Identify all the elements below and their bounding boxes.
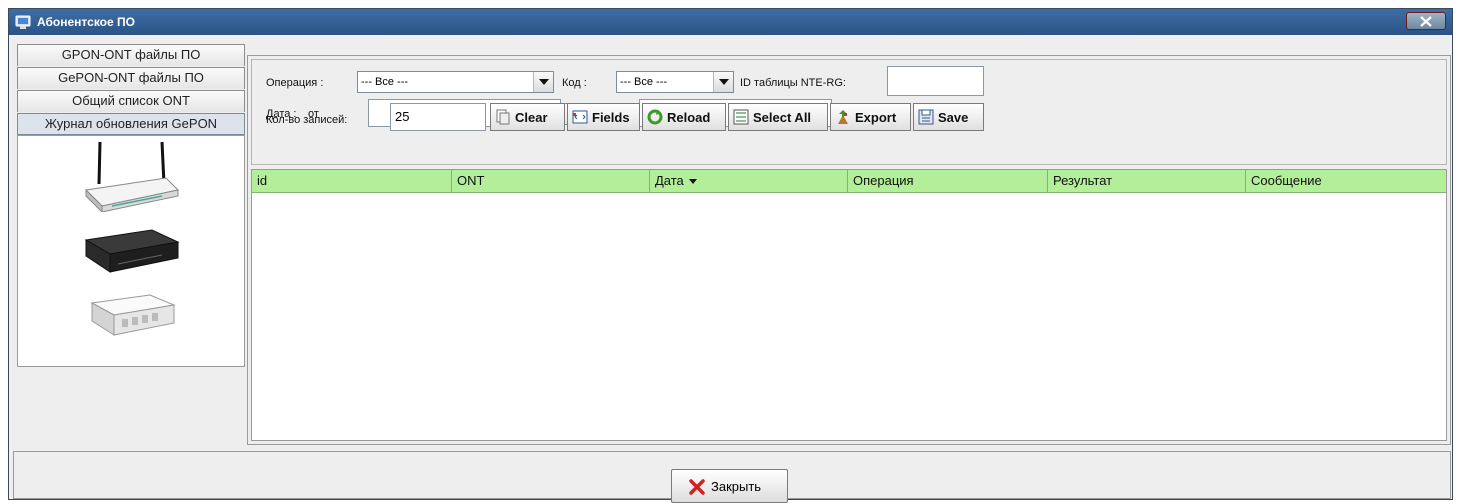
record-count-label: Кол-во записей: [266, 114, 348, 126]
column-header-result[interactable]: Результат [1048, 170, 1246, 192]
router-antennas-icon [84, 141, 180, 212]
journal-panel: Операция : --- Все --- Код : --- Все ---… [247, 55, 1451, 445]
tab-ont-list[interactable]: Общий список ONT [17, 90, 245, 112]
window-title: Абонентское ПО [37, 15, 135, 29]
operation-select-value: --- Все --- [361, 76, 409, 88]
column-header-label: Операция [853, 173, 914, 188]
reload-button[interactable]: Reload [642, 103, 726, 131]
tab-gpon-ont-files[interactable]: GPON-ONT файлы ПО [17, 44, 245, 66]
nte-table-id-label: ID таблицы NTE-RG: [740, 77, 846, 89]
close-button[interactable]: Закрыть [671, 469, 788, 503]
window-content: GPON-ONT файлы ПО GePON-ONT файлы ПО Общ… [11, 37, 1451, 503]
select-all-icon [733, 109, 749, 125]
nte-table-id-input[interactable] [887, 66, 984, 96]
select-all-button-label: Select All [753, 110, 812, 125]
column-header-label: Сообщение [1251, 173, 1322, 188]
title-bar[interactable]: Абонентское ПО [9, 9, 1452, 35]
column-header-label: id [257, 173, 268, 188]
close-x-icon [1420, 16, 1432, 27]
save-button[interactable]: Save [913, 103, 984, 131]
fields-icon [572, 110, 588, 124]
code-select[interactable]: --- Все --- [616, 71, 734, 93]
tab-panel-devices [17, 135, 245, 367]
export-icon [838, 110, 848, 124]
tab-gepon-update-log[interactable]: Журнал обновления GePON [17, 113, 245, 135]
operation-select[interactable]: --- Все --- [357, 71, 554, 93]
chevron-down-icon [533, 72, 553, 92]
column-header-id[interactable]: id [252, 170, 452, 192]
fields-button-label: Fields [592, 110, 630, 125]
clear-button-label: Clear [515, 110, 548, 125]
column-header-message[interactable]: Сообщение [1246, 170, 1446, 192]
table-header: id ONT Дата Операция Результат Сообщение [252, 170, 1446, 193]
fields-button[interactable]: Fields [567, 103, 640, 131]
side-tabs: GPON-ONT файлы ПО GePON-ONT файлы ПО Общ… [17, 44, 245, 367]
column-header-label: Результат [1053, 173, 1113, 188]
log-table[interactable]: id ONT Дата Операция Результат Сообщение [251, 169, 1447, 441]
clear-icon [496, 109, 510, 125]
red-x-icon [689, 479, 705, 495]
code-select-value: --- Все --- [620, 76, 668, 88]
window-close-button[interactable] [1406, 12, 1446, 30]
reload-button-label: Reload [667, 110, 711, 125]
monitor-icon [15, 15, 31, 29]
export-button[interactable]: Export [830, 103, 911, 131]
column-header-date[interactable]: Дата [650, 170, 848, 192]
column-header-operation[interactable]: Операция [848, 170, 1048, 192]
chevron-down-icon [713, 72, 733, 92]
close-button-label: Закрыть [711, 479, 762, 494]
select-all-button[interactable]: Select All [728, 103, 828, 131]
record-count-input[interactable]: 25 [390, 103, 486, 131]
footer-bar: Закрыть [13, 451, 1451, 503]
white-ont-device-icon [90, 294, 176, 336]
column-header-label: ONT [457, 173, 485, 188]
clear-button[interactable]: Clear [490, 103, 565, 131]
save-button-label: Save [938, 110, 969, 125]
code-label: Код : [562, 77, 587, 89]
app-window: Абонентское ПО GPON-ONT файлы ПО GePON-O… [8, 8, 1453, 503]
column-header-label: Дата [655, 173, 684, 188]
save-icon [918, 109, 934, 125]
column-header-ont[interactable]: ONT [452, 170, 650, 192]
tab-gepon-ont-files[interactable]: GePON-ONT файлы ПО [17, 67, 245, 89]
sort-descending-icon [688, 179, 697, 185]
operation-label: Операция : [266, 77, 324, 89]
dark-ont-device-icon [84, 229, 180, 273]
reload-icon [647, 109, 663, 125]
record-count-value: 25 [395, 109, 410, 124]
export-button-label: Export [855, 110, 897, 125]
